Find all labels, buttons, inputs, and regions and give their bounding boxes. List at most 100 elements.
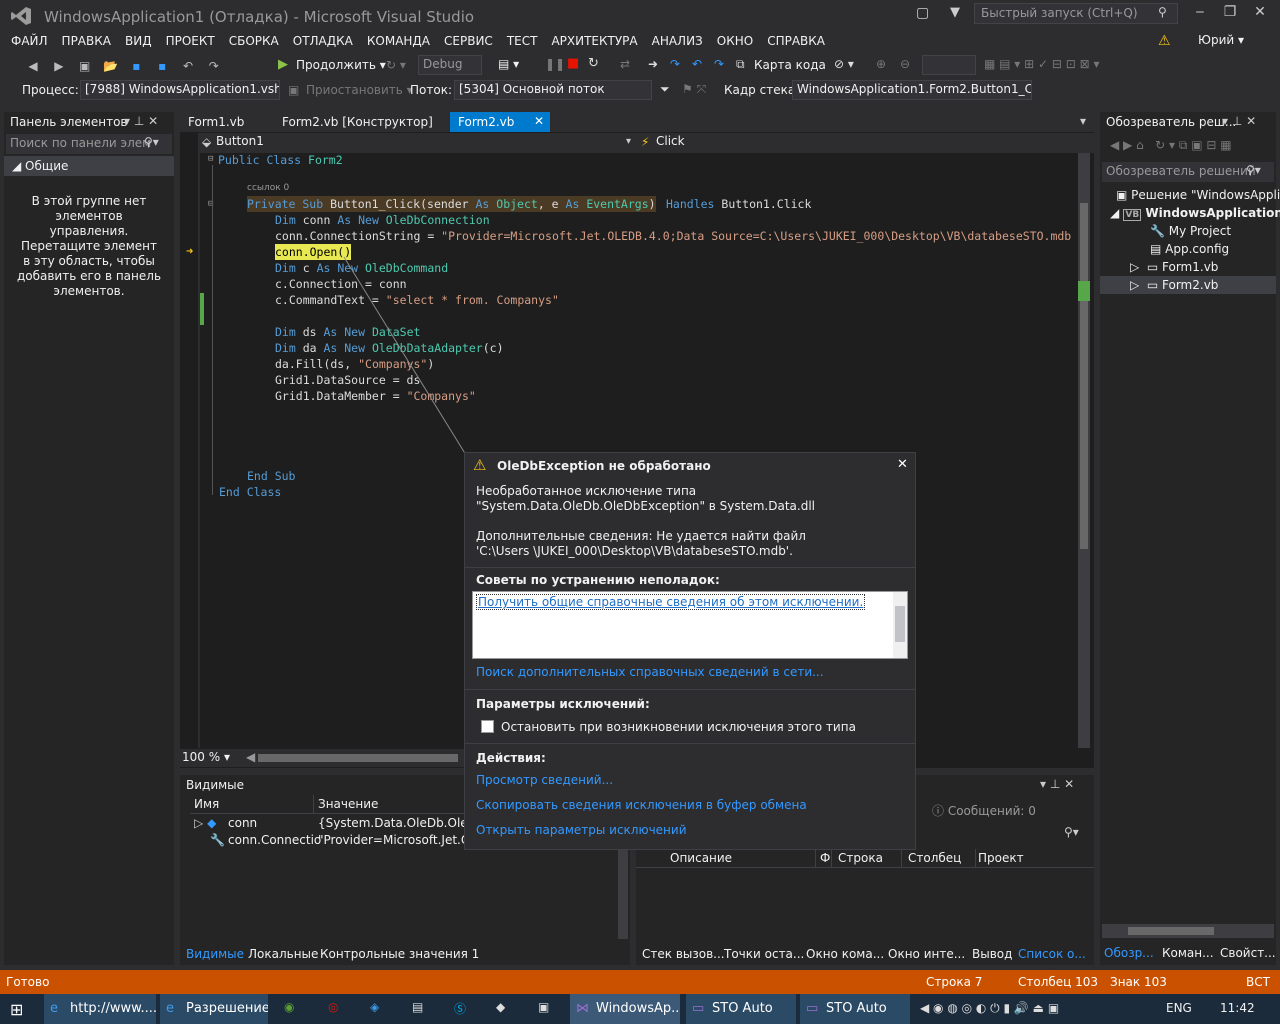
step-icon[interactable]: ↷: [714, 57, 724, 71]
watch-row[interactable]: ▷ ◆ conn {System.Data.OleDb.OleDbC: [194, 815, 493, 832]
code-map-icon[interactable]: ⧉: [736, 57, 745, 72]
show-desktop-button[interactable]: [1270, 994, 1280, 1024]
col-description[interactable]: Описание: [670, 849, 816, 867]
continue-icon[interactable]: ▶: [278, 57, 288, 72]
back-icon[interactable]: ◀: [24, 57, 42, 75]
horizontal-scrollbar-thumb[interactable]: [258, 754, 458, 762]
menu-item[interactable]: СПРАВКА: [760, 32, 832, 50]
watch-row[interactable]: 🔧 conn.Connectio "Provider=Microsoft.Jet…: [194, 832, 485, 849]
solution-hscroll[interactable]: [1102, 924, 1274, 938]
tab-autos[interactable]: Видимые: [186, 947, 244, 961]
tab-call-stack[interactable]: Стек вызов...: [642, 947, 725, 961]
tab-2[interactable]: Form2.vb [Конструктор]: [274, 112, 450, 132]
process-select[interactable]: [7988] WindowsApplication1.vsho: [80, 80, 280, 100]
scrollbar-thumb[interactable]: [1080, 203, 1088, 549]
forward-icon[interactable]: ▶: [50, 57, 68, 75]
tab-locals[interactable]: Локальные: [248, 947, 318, 961]
restart-debug-icon[interactable]: ↻: [588, 56, 599, 71]
step-over-icon[interactable]: ↷: [670, 57, 680, 71]
restore-button[interactable]: ❐: [1218, 4, 1242, 24]
config-select[interactable]: Debug: [418, 55, 482, 75]
messages-filter[interactable]: ⓘ Сообщений: 0: [932, 802, 1036, 819]
stop-icon[interactable]: ■: [567, 56, 579, 71]
clock[interactable]: 11:42: [1220, 1001, 1255, 1015]
tab-properties[interactable]: Свойст...: [1220, 946, 1276, 960]
continue-button[interactable]: Продолжить ▾: [296, 58, 386, 72]
tab-1[interactable]: Form1.vb: [180, 112, 274, 132]
explorer-icon[interactable]: ▤: [412, 1000, 423, 1014]
tab-dropdown-icon[interactable]: ▾: [1080, 114, 1086, 128]
taskbar-item[interactable]: ⋈ WindowsAp...: [570, 994, 680, 1024]
thread-select[interactable]: [5304] Основной поток: [454, 80, 652, 100]
break-on-exception-checkbox[interactable]: [481, 720, 494, 733]
menu-item[interactable]: ВИД: [118, 32, 159, 50]
tab-error-list[interactable]: Список о...: [1018, 947, 1086, 961]
close-tab-icon[interactable]: ✕: [534, 114, 544, 128]
menu-item[interactable]: ТЕСТ: [500, 32, 545, 50]
stack-frame-select[interactable]: WindowsApplication1.Form2.Button1_Clic: [792, 80, 1032, 100]
warning-icon[interactable]: ⚠: [1158, 33, 1171, 49]
col-project[interactable]: Проект: [978, 849, 1058, 867]
save-all-icon[interactable]: ▪: [153, 57, 171, 75]
taskbar-item[interactable]: ▭ STO Auto: [686, 994, 796, 1024]
step-into-icon[interactable]: ➜: [648, 57, 658, 71]
new-project-icon[interactable]: ▣: [76, 57, 94, 75]
errors-controls[interactable]: ▾ ⊥ ✕: [1040, 777, 1074, 791]
close-window-button[interactable]: ✕: [1248, 4, 1272, 24]
watch-scrollbar[interactable]: [618, 849, 628, 939]
flag-filter-icon[interactable]: ⏷: [660, 82, 670, 97]
language-indicator[interactable]: ENG: [1166, 1001, 1192, 1015]
menu-item[interactable]: СЕРВИС: [437, 32, 500, 50]
attach-icon[interactable]: ▤ ▾: [498, 57, 519, 71]
menu-item[interactable]: ПРАВКА: [55, 32, 118, 50]
solution-controls[interactable]: ▾ ⊥ ✕: [1222, 114, 1256, 128]
undo-icon[interactable]: ↶: [179, 57, 197, 75]
nav-object-select[interactable]: Button1: [198, 133, 636, 153]
menu-item[interactable]: ПРОЕКТ: [159, 32, 222, 50]
col-value[interactable]: Значение: [316, 795, 466, 813]
opera-icon[interactable]: ◎: [328, 1000, 338, 1014]
tray-app-icon[interactable]: ◉: [284, 1000, 294, 1014]
tree-project[interactable]: ◢ VB WindowsApplication1: [1110, 204, 1280, 222]
tips-scrollbar[interactable]: [893, 592, 907, 658]
open-icon[interactable]: 📂: [101, 57, 119, 75]
editor-vertical-scrollbar[interactable]: [1078, 153, 1090, 748]
tree-form2[interactable]: ▷ ▭ Form2.vb: [1100, 276, 1276, 294]
tab-breakpoints[interactable]: Точки оста...: [724, 947, 804, 961]
close-dialog-button[interactable]: ✕: [897, 457, 908, 472]
col-file[interactable]: Ф: [820, 849, 832, 867]
tab-solution-explorer[interactable]: Обозр...: [1104, 946, 1154, 960]
tree-my-project[interactable]: 🔧 My Project: [1150, 222, 1231, 240]
scroll-left-icon[interactable]: ◀: [246, 750, 255, 764]
filter-icon[interactable]: ▼: [950, 5, 960, 20]
tree-solution[interactable]: ▣ Решение "WindowsApplic: [1116, 186, 1280, 204]
menu-item[interactable]: АРХИТЕКТУРА: [544, 32, 644, 50]
taskbar-item[interactable]: e Разрешение...: [160, 994, 268, 1024]
col-name[interactable]: Имя: [190, 795, 314, 813]
tips-link[interactable]: Получить общие справочные сведения об эт…: [476, 594, 866, 610]
app-icon[interactable]: ◈: [370, 1000, 379, 1014]
tips-listbox[interactable]: Получить общие справочные сведения об эт…: [472, 591, 908, 659]
tree-app-config[interactable]: ▤ App.config: [1150, 240, 1229, 258]
skype-icon[interactable]: Ⓢ: [454, 1000, 466, 1017]
col-line[interactable]: Строка: [838, 849, 902, 867]
toolbox-group-general[interactable]: ◢ Общие: [4, 156, 174, 176]
start-icon[interactable]: ⊞: [10, 1000, 23, 1019]
feedback-icon[interactable]: ▢: [916, 5, 929, 21]
breakpoints-icon[interactable]: ⊘ ▾: [834, 57, 854, 71]
taskbar-item[interactable]: ▭ STO Auto: [800, 994, 910, 1024]
tab-output[interactable]: Вывод: [972, 947, 1012, 961]
taskbar-item[interactable]: e http://www....: [44, 994, 156, 1024]
quick-launch-input[interactable]: Быстрый запуск (Ctrl+Q): [974, 3, 1178, 24]
tab-watch-1[interactable]: Контрольные значения 1: [320, 947, 479, 961]
view-details-link[interactable]: Просмотр сведений...: [476, 773, 613, 788]
tab-team-explorer[interactable]: Коман...: [1162, 946, 1214, 960]
app-icon[interactable]: ▣: [538, 1000, 549, 1014]
code-map-button[interactable]: Карта кода: [754, 58, 826, 72]
user-name[interactable]: Юрий ▾: [1198, 33, 1244, 47]
menu-item[interactable]: АНАЛИЗ: [645, 32, 710, 50]
redo-icon[interactable]: ↷: [205, 57, 223, 75]
step-out-icon[interactable]: ↶: [692, 57, 702, 71]
toolbar-empty-combo[interactable]: [922, 55, 976, 75]
tree-form1[interactable]: ▷ ▭ Form1.vb: [1130, 258, 1218, 276]
